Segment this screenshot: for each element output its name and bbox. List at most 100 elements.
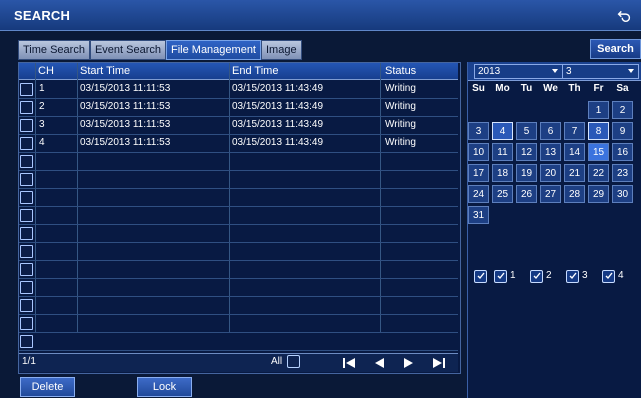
date-cell[interactable]: 13 [540, 143, 561, 161]
date-cell-selected[interactable]: 8 [588, 122, 609, 140]
date-cell[interactable]: 24 [468, 185, 489, 203]
lock-button[interactable]: Lock [137, 377, 192, 397]
calendar-panel: 2013 3 Su Mo Tu We Th Fr Sa 1 2 3 4 5 6 … [467, 62, 641, 398]
row-checkbox[interactable] [20, 173, 33, 186]
row-checkbox[interactable] [20, 263, 33, 276]
row-checkbox[interactable] [20, 101, 33, 114]
date-cell-today[interactable]: 15 [588, 143, 609, 161]
all-channels-checkbox[interactable] [474, 267, 492, 285]
row-checkbox[interactable] [20, 335, 33, 348]
date-cell[interactable]: 7 [564, 122, 585, 140]
tab-file-management[interactable]: File Management [166, 40, 261, 60]
row-checkbox[interactable] [20, 245, 33, 258]
row-checkbox[interactable] [20, 317, 33, 330]
row-checkbox[interactable] [20, 191, 33, 204]
row-checkbox[interactable] [20, 209, 33, 222]
row-checkbox[interactable] [20, 83, 33, 96]
status-value: Writing [385, 101, 416, 112]
date-cell[interactable]: 26 [516, 185, 537, 203]
row-checkbox[interactable] [20, 155, 33, 168]
previous-page-icon[interactable] [372, 357, 386, 369]
date-cell[interactable]: 28 [564, 185, 585, 203]
date-cell[interactable]: 11 [492, 143, 513, 161]
date-cell[interactable]: 29 [588, 185, 609, 203]
table-row[interactable] [19, 260, 458, 279]
date-cell[interactable]: 3 [468, 122, 489, 140]
date-cell[interactable]: 23 [612, 164, 633, 182]
channel-2-checkbox[interactable]: 2 [530, 267, 558, 285]
date-cell[interactable]: 5 [516, 122, 537, 140]
row-checkbox[interactable] [20, 137, 33, 150]
row-checkbox[interactable] [20, 119, 33, 132]
status-value: Writing [385, 83, 416, 94]
search-button[interactable]: Search [590, 39, 641, 59]
tab-image[interactable]: Image [261, 40, 302, 60]
checkbox[interactable] [494, 270, 507, 283]
channel-4-checkbox[interactable]: 4 [602, 267, 630, 285]
column-start-time: Start Time [80, 65, 131, 77]
main-panel: Time Search Event Search File Management… [0, 31, 641, 398]
date-cell[interactable]: 2 [612, 101, 633, 119]
title-bar: SEARCH [0, 0, 641, 31]
table-row[interactable] [19, 170, 458, 189]
first-page-icon[interactable] [342, 357, 356, 369]
checkbox[interactable] [530, 270, 543, 283]
weekday-monday: Mo [495, 83, 510, 94]
date-cell[interactable]: 16 [612, 143, 633, 161]
table-row[interactable]: 3 03/15/2013 11:11:53 03/15/2013 11:43:4… [19, 116, 458, 135]
delete-button[interactable]: Delete [20, 377, 75, 397]
row-checkbox[interactable] [20, 281, 33, 294]
checkbox[interactable] [566, 270, 579, 283]
date-cell[interactable]: 21 [564, 164, 585, 182]
tab-event-search[interactable]: Event Search [89, 40, 166, 60]
table-row[interactable] [19, 296, 458, 315]
table-row[interactable]: 4 03/15/2013 11:11:53 03/15/2013 11:43:4… [19, 134, 458, 153]
checkbox[interactable] [602, 270, 615, 283]
table-row[interactable] [19, 278, 458, 297]
file-table: CH Start Time End Time Status 1 03/15/20… [18, 62, 461, 374]
month-select[interactable]: 3 [562, 64, 639, 79]
table-row[interactable] [19, 224, 458, 243]
table-row[interactable] [19, 332, 458, 351]
table-row[interactable] [19, 242, 458, 261]
table-row[interactable] [19, 206, 458, 225]
date-cell[interactable]: 1 [588, 101, 609, 119]
date-cell[interactable]: 12 [516, 143, 537, 161]
date-cell[interactable]: 20 [540, 164, 561, 182]
back-icon[interactable] [615, 6, 633, 24]
channel-3-checkbox[interactable]: 3 [566, 267, 594, 285]
tab-time-search[interactable]: Time Search [18, 40, 90, 60]
date-cell[interactable]: 14 [564, 143, 585, 161]
start-time-value: 03/15/2013 11:11:53 [80, 119, 171, 130]
table-row[interactable]: 1 03/15/2013 11:11:53 03/15/2013 11:43:4… [19, 80, 458, 99]
tab-bar: Time Search Event Search File Management… [18, 40, 302, 60]
start-time-value: 03/15/2013 11:11:53 [80, 101, 171, 112]
date-cell[interactable]: 25 [492, 185, 513, 203]
date-cell[interactable]: 27 [540, 185, 561, 203]
date-cell[interactable]: 30 [612, 185, 633, 203]
next-page-icon[interactable] [402, 357, 416, 369]
date-cell[interactable]: 17 [468, 164, 489, 182]
date-cell-selected[interactable]: 4 [492, 122, 513, 140]
weekday-saturday: Sa [616, 83, 629, 94]
date-cell[interactable]: 22 [588, 164, 609, 182]
date-cell[interactable]: 6 [540, 122, 561, 140]
calendar-header: 2013 3 [468, 62, 641, 81]
date-cell[interactable]: 31 [468, 206, 489, 224]
table-row[interactable]: 2 03/15/2013 11:11:53 03/15/2013 11:43:4… [19, 98, 458, 117]
table-row[interactable] [19, 152, 458, 171]
row-checkbox[interactable] [20, 227, 33, 240]
select-all-checkbox[interactable] [287, 355, 300, 368]
date-cell[interactable]: 19 [516, 164, 537, 182]
channel-label: 2 [546, 270, 552, 281]
date-cell[interactable]: 18 [492, 164, 513, 182]
year-select[interactable]: 2013 [474, 64, 563, 79]
checkbox[interactable] [474, 270, 487, 283]
date-cell[interactable]: 10 [468, 143, 489, 161]
table-row[interactable] [19, 314, 458, 333]
last-page-icon[interactable] [432, 357, 446, 369]
channel-1-checkbox[interactable]: 1 [494, 267, 522, 285]
date-cell[interactable]: 9 [612, 122, 633, 140]
row-checkbox[interactable] [20, 299, 33, 312]
table-row[interactable] [19, 188, 458, 207]
